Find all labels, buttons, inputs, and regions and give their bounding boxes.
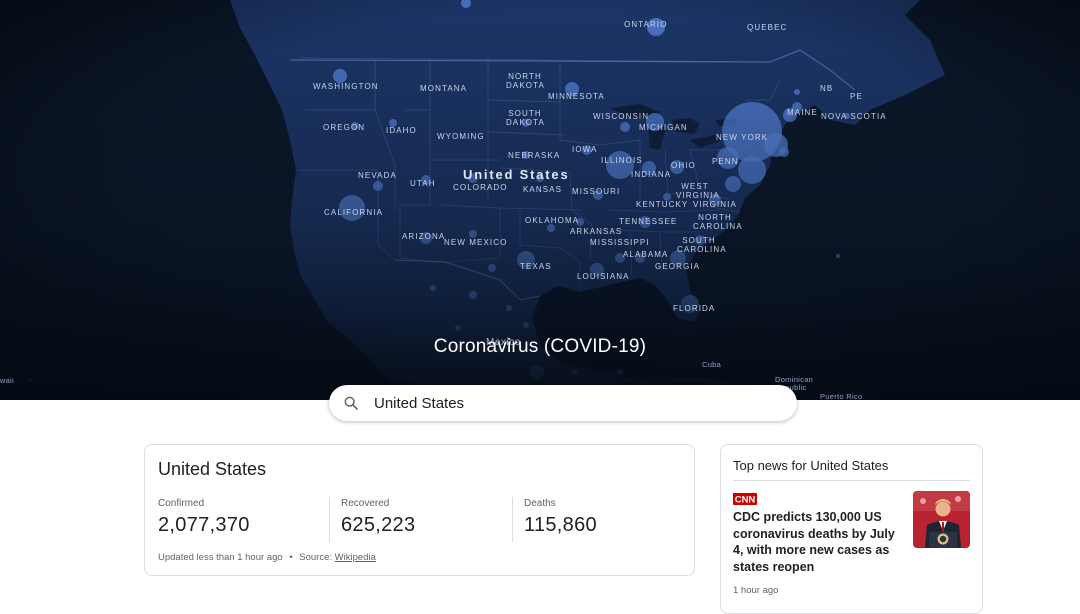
map-label-montana: MONTANA [420,84,468,93]
page-title: Coronavirus (COVID-19) [433,336,647,357]
map-label-wyoming: WYOMING [437,132,485,141]
footer-separator: • [289,552,293,563]
map-label-colorado: COLORADO [453,183,508,192]
map-label-south-dakota: SOUTH DAKOTA [506,109,545,127]
map-label-virginia: VIRGINIA [693,200,737,209]
map-label-puerto-rico: Puerto Rico [820,392,863,400]
map-label-west-virginia: WEST VIRGINIA [676,182,720,200]
map-label-ontario: ONTARIO [624,20,668,29]
map-label-louisiana: LOUISIANA [577,272,630,281]
map-label-california: CALIFORNIA [324,208,384,217]
news-divider [733,480,970,481]
news-headline[interactable]: CDC predicts 130,000 US coronavirus deat… [733,509,903,575]
map-label-pe: PE [850,92,863,101]
map-label-kansas: KANSAS [523,185,563,194]
cnn-logo: CNN [733,492,757,510]
cnn-logo-text: CNN [735,495,756,505]
map-label-hawaii: Hawaii [0,376,14,385]
deaths-label: Deaths [524,498,556,509]
stat-recovered: Recovered 625,223 [341,498,415,543]
source-prefix: Source: [299,552,333,563]
deaths-value: 115,860 [524,514,597,536]
map-label-georgia: GEORGIA [655,262,701,271]
map-label-washington: WASHINGTON [313,82,379,91]
stats-card: United States Confirmed 2,077,370 Recove… [144,444,695,576]
stats-title: United States [158,459,267,479]
map-label-penn: PENN [712,157,739,166]
news-card: Top news for United States CNN CDC predi… [720,444,983,614]
stat-divider [512,497,513,542]
search-bar[interactable] [329,385,797,421]
stat-confirmed: Confirmed 2,077,370 [158,498,250,543]
confirmed-label: Confirmed [158,498,205,509]
map-label-north-dakota: NORTH DAKOTA [506,72,545,90]
news-thumbnail[interactable] [913,491,970,548]
map-label-kentucky: KENTUCKY [636,200,689,209]
map-label-arkansas: ARKANSAS [570,227,623,236]
map-label-texas: TEXAS [520,262,552,271]
map-label-illinois: ILLINOIS [601,156,643,165]
source-link[interactable]: Wikipedia [335,552,376,563]
map-label-nb: NB [820,84,834,93]
map-label-ohio: OHIO [671,161,696,170]
stat-deaths: Deaths 115,860 [524,498,597,543]
stats-footer: Updated less than 1 hour ago • Source: W… [158,552,376,563]
map-label-florida: FLORIDA [673,304,716,313]
map-label-missouri: MISSOURI [572,187,621,196]
map-label-new-mexico: NEW MEXICO [444,238,508,247]
news-time: 1 hour ago [733,585,779,596]
recovered-value: 625,223 [341,514,416,536]
map-label-alabama: ALABAMA [623,250,669,259]
map-label-oklahoma: OKLAHOMA [525,216,580,225]
cnn-logo-mark: CNN [733,493,757,506]
map-label-utah: UTAH [410,179,436,188]
map-label-quebec: QUEBEC [747,23,788,32]
map-label-arizona: ARIZONA [402,232,446,241]
map-label-tennessee: TENNESSEE [619,217,678,226]
stat-divider [329,497,330,542]
map-label-minnesota: MINNESOTA [548,92,605,101]
map-label-mississippi: MISSISSIPPI [590,238,650,247]
map-label-oregon: OREGON [323,123,366,132]
map-label-new-york: NEW YORK [716,133,769,142]
map-hero[interactable]: WASHINGTON OREGON CALIFORNIA NEVADA IDAH… [0,0,1080,400]
map-label-nova-scotia: NOVA SCOTIA [821,112,887,121]
search-icon[interactable] [343,395,359,411]
map-label-idaho: IDAHO [386,126,417,135]
map-label-nevada: NEVADA [358,171,397,180]
confirmed-value: 2,077,370 [158,514,250,536]
map-label-united-states: United States [463,167,570,182]
map-label-north-carolina: NORTH CAROLINA [693,213,743,231]
map-label-wisconsin: WISCONSIN [593,112,650,121]
updated-text: Updated less than 1 hour ago [158,552,283,563]
news-header: Top news for United States [733,458,889,473]
recovered-label: Recovered [341,498,390,509]
map-label-cuba: Cuba [702,360,722,369]
search-input[interactable] [374,394,754,412]
map-label-indiana: INDIANA [631,170,672,179]
news-thumbnail-image [913,491,970,548]
map-label-nebraska: NEBRASKA [508,151,561,160]
map-label-south-carolina: SOUTH CAROLINA [677,236,727,254]
map-label-michigan: MICHIGAN [639,123,688,132]
map-label-iowa: IOWA [572,145,598,154]
map-label-maine: MAINE [787,108,818,117]
